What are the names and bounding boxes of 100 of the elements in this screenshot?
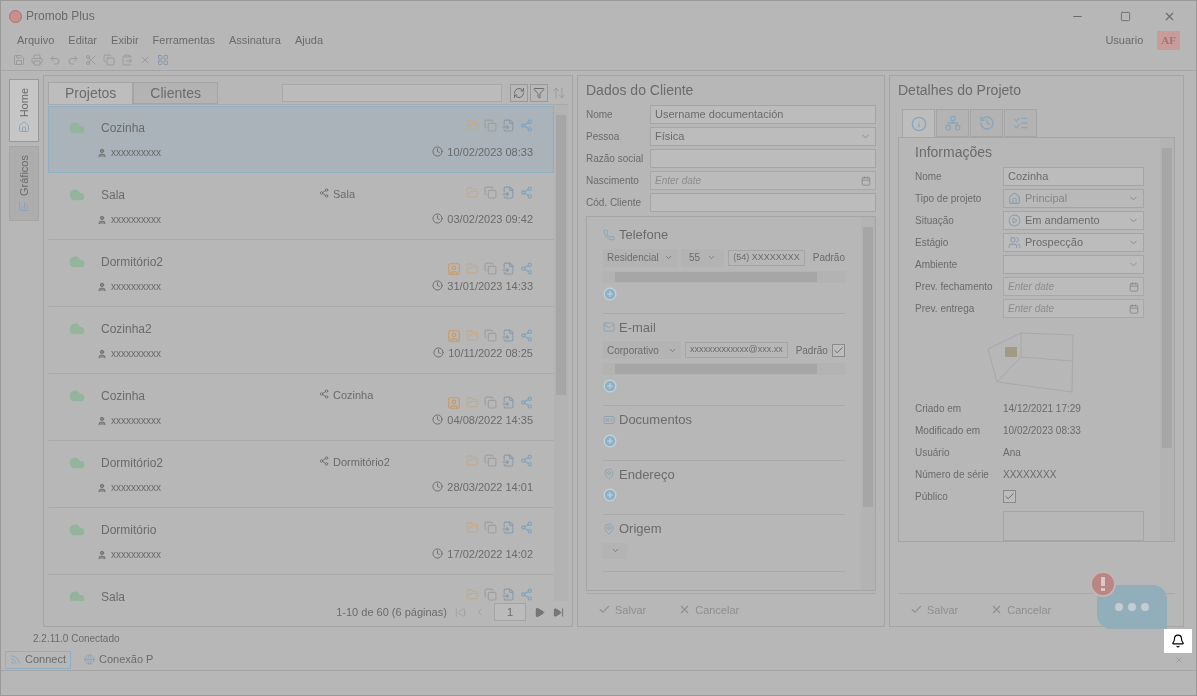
folder-icon[interactable]	[466, 588, 479, 601]
tab[interactable]: Clientes	[133, 82, 218, 104]
menu-item[interactable]: Editar	[68, 31, 98, 49]
add-icon[interactable]	[603, 379, 617, 393]
export-icon[interactable]	[502, 521, 515, 534]
copy-icon[interactable]	[484, 454, 497, 467]
copy-icon[interactable]	[484, 119, 497, 132]
tab[interactable]	[902, 109, 935, 137]
share-icon[interactable]	[520, 186, 533, 199]
connection-tab[interactable]: Conexão P	[79, 650, 159, 669]
app-logo-icon	[9, 9, 22, 23]
folder-icon[interactable]	[466, 454, 479, 467]
dropdown[interactable]: Em andamento	[1003, 211, 1144, 230]
share-icon[interactable]	[520, 454, 533, 467]
copy-icon[interactable]	[484, 521, 497, 534]
project-row[interactable]: Cozinha2 xxxxxxxxxx 10/11/2022 08:25	[48, 307, 554, 374]
checkbox[interactable]	[831, 343, 845, 357]
folder-icon[interactable]	[466, 521, 479, 534]
last-page-button[interactable]	[553, 606, 564, 618]
menu-item[interactable]: Ajuda	[294, 31, 324, 49]
side-tab[interactable]: Gráficos	[9, 146, 39, 222]
tab[interactable]: Projetos	[48, 82, 134, 104]
close-icon[interactable]	[1174, 654, 1184, 665]
share-icon[interactable]	[520, 119, 533, 132]
layout-icon[interactable]	[157, 53, 169, 66]
share-icon[interactable]	[520, 521, 533, 534]
copy-icon[interactable]	[484, 396, 497, 409]
clock-icon	[432, 146, 444, 158]
menu-item[interactable]: Exibir	[111, 31, 139, 49]
paste-icon[interactable]	[121, 53, 133, 66]
type-dropdown[interactable]: Residencial	[603, 248, 677, 267]
tab[interactable]	[970, 109, 1003, 137]
menu-item[interactable]: Ferramentas	[152, 31, 215, 49]
cut-icon[interactable]	[85, 53, 97, 66]
code-dropdown[interactable]: 55	[680, 248, 725, 267]
input-field[interactable]: Cozinha	[1003, 167, 1144, 186]
folder-icon[interactable]	[466, 329, 479, 342]
origin-dropdown[interactable]	[603, 542, 627, 559]
redo-icon[interactable]	[67, 53, 79, 66]
type-dropdown[interactable]: Corporativo	[603, 341, 681, 359]
save-icon[interactable]	[13, 53, 25, 66]
client-name: xxxxxxxxxx	[111, 347, 161, 361]
menu-item[interactable]: Assinatura	[228, 31, 281, 49]
copy-icon[interactable]	[103, 53, 115, 66]
add-icon[interactable]	[603, 286, 617, 301]
project-row[interactable]: Dormitório2 xxxxxxxxxx 31/01/2023 14:33	[48, 240, 554, 307]
print-icon[interactable]	[31, 53, 43, 66]
export-icon[interactable]	[502, 588, 515, 601]
page-field[interactable]: 1	[493, 602, 526, 622]
phone-field[interactable]: (54) XXXXXXXX	[728, 249, 805, 266]
cloud-icon	[69, 254, 85, 270]
folder-icon[interactable]	[466, 262, 479, 275]
export-icon[interactable]	[502, 262, 515, 275]
notification-button[interactable]	[1164, 629, 1192, 653]
add-icon[interactable]	[603, 488, 617, 502]
copy-icon[interactable]	[484, 262, 497, 275]
dropdown[interactable]: Física	[650, 127, 876, 146]
export-icon[interactable]	[502, 329, 515, 342]
add-icon[interactable]	[603, 433, 617, 448]
dropdown[interactable]: Prospecção	[1003, 233, 1144, 252]
project-row[interactable]: Dormitório xxxxxxxxxx 17/02/2022 14:02	[48, 508, 554, 575]
export-icon[interactable]	[502, 454, 515, 467]
export-icon[interactable]	[502, 396, 515, 409]
side-tab[interactable]: Home	[9, 79, 39, 143]
menu-item[interactable]: Arquivo	[17, 31, 55, 49]
scrollbar[interactable]	[554, 105, 568, 601]
maximize-button[interactable]	[1120, 10, 1131, 22]
input-field[interactable]: Username documentación	[650, 105, 876, 124]
next-page-button[interactable]	[534, 606, 545, 618]
folder-icon[interactable]	[466, 119, 479, 132]
export-icon[interactable]	[502, 119, 515, 132]
share-icon[interactable]	[520, 588, 533, 601]
connection-tab[interactable]: Connect	[5, 650, 71, 669]
copy-icon[interactable]	[484, 186, 497, 199]
project-date: 04/08/2022 14:35	[447, 412, 533, 428]
person-icon[interactable]	[447, 395, 461, 410]
filter-button[interactable]	[530, 84, 548, 102]
share-icon[interactable]	[520, 396, 533, 409]
person-icon[interactable]	[447, 261, 461, 276]
share-icon[interactable]	[520, 329, 533, 342]
copy-icon[interactable]	[484, 588, 497, 601]
project-row[interactable]: Dormitório2 xxxxxxxxxx Dormitório2 28/03/2022 14:01	[48, 441, 554, 508]
email-field[interactable]: xxxxxxxxxxxxx@xxx.xx	[685, 342, 788, 358]
undo-icon[interactable]	[49, 53, 61, 66]
tab[interactable]	[1004, 109, 1037, 137]
field-label: Situação	[915, 214, 955, 228]
copy-icon[interactable]	[484, 329, 497, 342]
person-icon[interactable]	[447, 328, 461, 343]
checkbox[interactable]	[1003, 490, 1016, 503]
folder-icon[interactable]	[466, 186, 479, 199]
folder-icon[interactable]	[466, 396, 479, 409]
refresh-button[interactable]	[510, 84, 528, 102]
export-icon[interactable]	[502, 186, 515, 199]
project-row[interactable]: Cozinha xxxxxxxxxx 10/02/2023 08:33	[48, 106, 554, 173]
project-row[interactable]: Sala xxxxxxxxxx Sala 03/02/2023 09:42	[48, 173, 554, 240]
dropdown[interactable]	[1003, 255, 1144, 274]
project-row[interactable]: Cozinha xxxxxxxxxx Cozinha 04/08/2022 14:35	[48, 374, 554, 441]
clock-icon	[432, 481, 444, 493]
share-icon[interactable]	[520, 262, 533, 275]
tab[interactable]	[936, 109, 969, 137]
